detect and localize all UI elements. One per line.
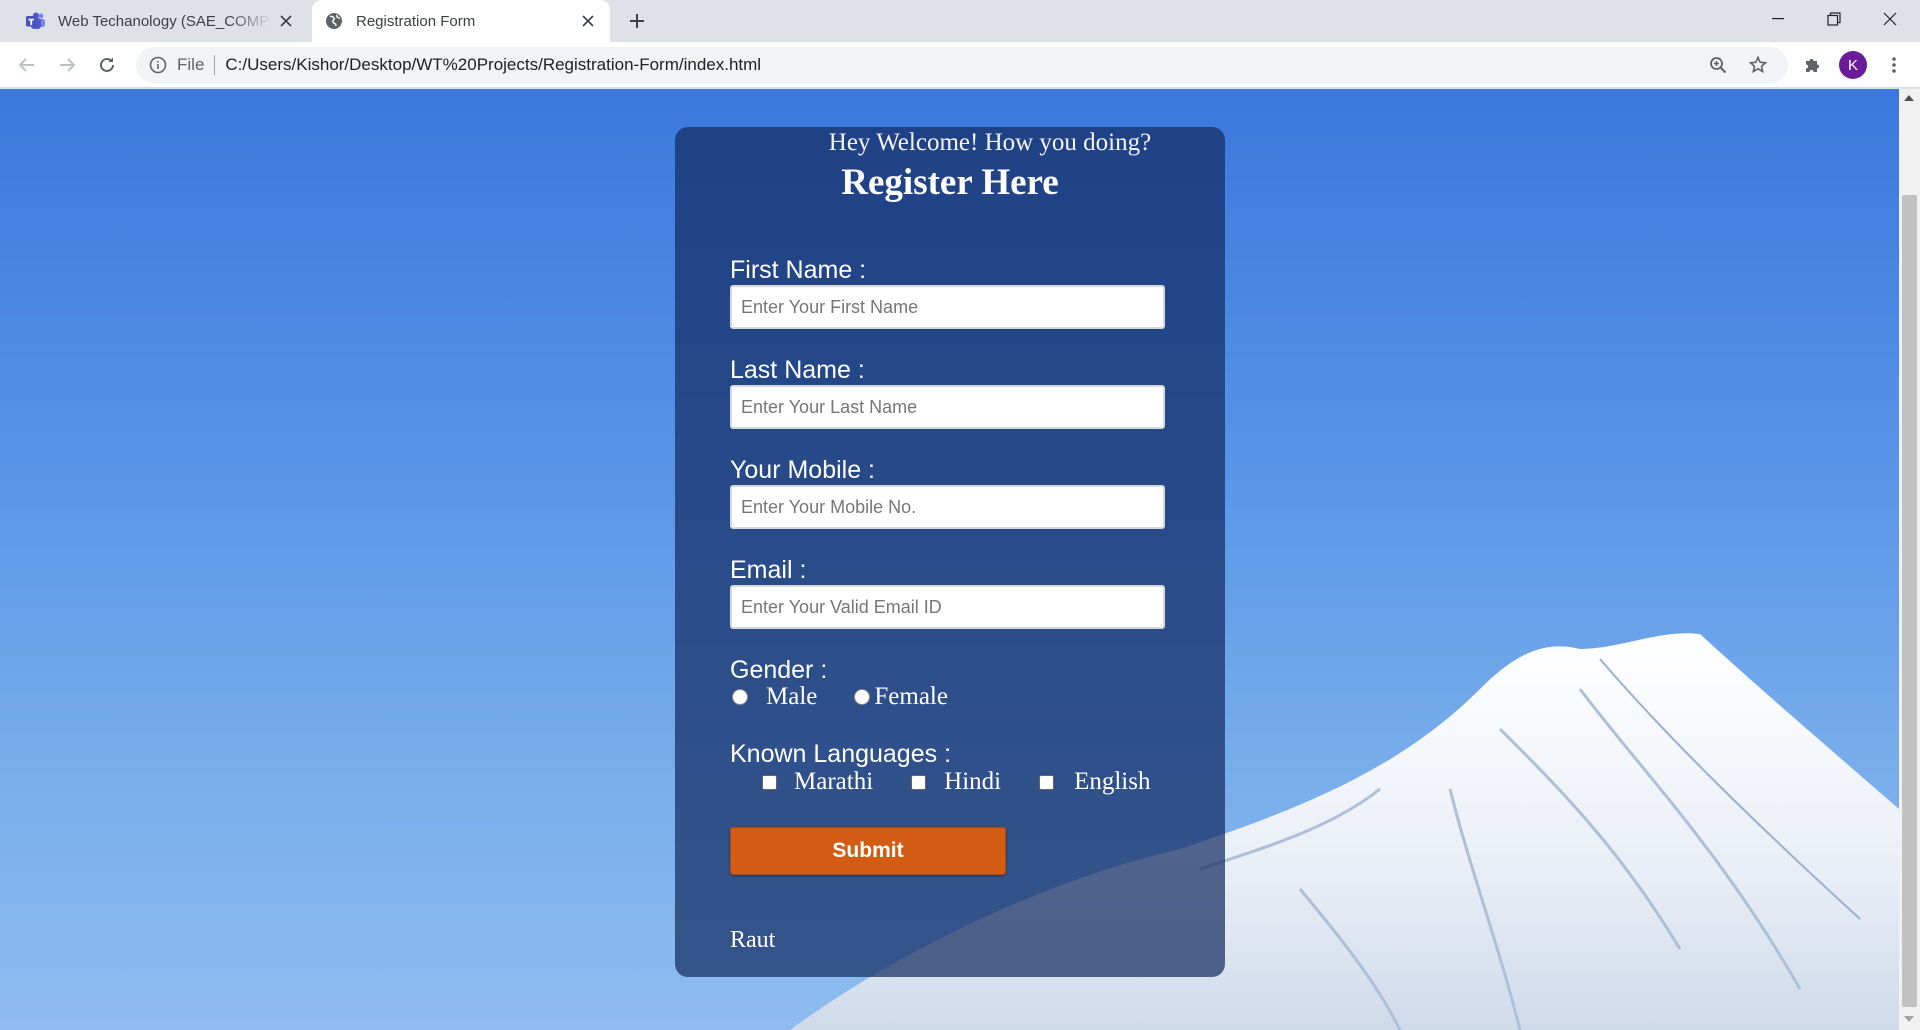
first-name-input[interactable] [730, 285, 1165, 329]
file-scheme-label: File [177, 55, 205, 74]
tab-strip: Web Techanology (SAE_COMP_TE Registratio… [0, 0, 1920, 42]
email-input[interactable] [730, 585, 1165, 629]
restore-icon[interactable] [1806, 0, 1862, 38]
gender-label: Gender : [730, 656, 828, 684]
scroll-up-arrow-icon[interactable] [1904, 95, 1914, 101]
tab-close-icon[interactable] [574, 7, 602, 35]
marathi-checkbox[interactable] [762, 774, 777, 790]
page-title: Register Here [841, 162, 1059, 203]
extensions-puzzle-icon[interactable] [1796, 49, 1828, 81]
email-label: Email : [730, 556, 807, 584]
footer-text: Raut [730, 927, 776, 953]
english-label: English [1074, 768, 1151, 795]
close-window-icon[interactable] [1862, 0, 1918, 38]
mobile-label: Your Mobile : [730, 456, 875, 484]
globe-icon [324, 11, 344, 31]
hindi-checkbox[interactable] [911, 774, 927, 790]
submit-button[interactable]: Submit [730, 827, 1006, 875]
last-name-label: Last Name : [730, 356, 865, 384]
address-separator [214, 55, 216, 75]
back-arrow-icon[interactable] [11, 49, 43, 81]
male-label: Male [766, 683, 818, 710]
scroll-down-arrow-icon[interactable] [1904, 1016, 1914, 1022]
new-tab-plus-icon[interactable] [622, 6, 652, 36]
page-viewport: Hey Welcome! How you doing? Register Her… [0, 89, 1899, 1030]
tab-title: Registration Form [356, 12, 476, 30]
female-radio[interactable] [854, 689, 871, 705]
hindi-label: Hindi [944, 768, 1002, 795]
last-name-input[interactable] [730, 385, 1165, 429]
gender-options: Male Female [730, 683, 948, 711]
browser-toolbar: File C:/Users/Kishor/Desktop/WT%20Projec… [0, 42, 1920, 88]
registration-card: Hey Welcome! How you doing? Register Her… [675, 127, 1225, 977]
tab-title: Web Techanology (SAE_COMP_TE [58, 12, 272, 30]
minimize-icon[interactable] [1750, 0, 1806, 38]
marathi-label: Marathi [794, 768, 874, 795]
welcome-text: Hey Welcome! How you doing? [828, 129, 1152, 156]
tab-web-technology[interactable]: Web Techanology (SAE_COMP_TE [12, 0, 308, 42]
reload-icon[interactable] [91, 49, 123, 81]
teams-icon [26, 11, 46, 31]
languages-label: Known Languages : [730, 740, 952, 768]
tab-close-icon[interactable] [272, 7, 300, 35]
address-bar[interactable]: File C:/Users/Kishor/Desktop/WT%20Projec… [136, 47, 1788, 83]
profile-avatar[interactable]: K [1839, 51, 1867, 79]
languages-options: Marathi Hindi English [730, 768, 1151, 796]
male-radio[interactable] [732, 689, 748, 705]
menu-kebab-icon[interactable] [1878, 49, 1910, 81]
info-icon[interactable] [148, 55, 168, 75]
female-label: Female [874, 683, 948, 710]
bookmark-star-icon[interactable] [1742, 49, 1774, 81]
first-name-label: First Name : [730, 256, 867, 284]
forward-arrow-icon[interactable] [51, 49, 83, 81]
english-checkbox[interactable] [1039, 774, 1055, 790]
mobile-input[interactable] [730, 485, 1165, 529]
url-text[interactable]: C:/Users/Kishor/Desktop/WT%20Projects/Re… [225, 55, 761, 75]
page-scrollbar[interactable] [1899, 89, 1920, 1030]
tab-registration-form[interactable]: Registration Form [312, 0, 610, 42]
scrollbar-thumb[interactable] [1902, 195, 1917, 1007]
zoom-icon[interactable] [1702, 49, 1734, 81]
